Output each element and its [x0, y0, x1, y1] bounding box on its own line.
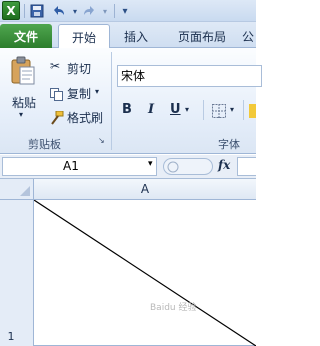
borders-dropdown-icon[interactable]: ▾: [230, 105, 234, 114]
save-icon[interactable]: [28, 2, 46, 20]
copy-dropdown-icon[interactable]: ▾: [95, 87, 99, 96]
insert-function-button[interactable]: fx: [218, 158, 230, 172]
clipboard-group-label: 剪贴板: [28, 138, 61, 151]
scissors-icon[interactable]: ✂: [50, 59, 60, 73]
row-header-label: 1: [7, 330, 15, 343]
toolbar-separator: [24, 4, 25, 18]
copy-icon[interactable]: [50, 86, 63, 101]
font-name-box[interactable]: 宋体: [117, 65, 262, 87]
borders-icon[interactable]: [212, 103, 226, 118]
quick-access-toolbar: X ▾ ▾ ▾: [0, 0, 256, 22]
diagonal-border-line: [34, 200, 256, 346]
name-box-dropdown-icon[interactable]: ▾: [148, 159, 153, 169]
format-painter-icon[interactable]: [50, 110, 64, 125]
tab-formulas[interactable]: 公: [242, 24, 272, 48]
button-divider: [243, 100, 244, 120]
watermark: Baidu 经验: [150, 303, 197, 313]
underline-button[interactable]: U: [170, 102, 181, 117]
ribbon-home: 粘贴 ▾ ✂ 剪切 复制 ▾ 格式刷 剪贴板 ↘ 宋体 B I U ▾ ▾ 字体: [0, 48, 262, 154]
select-all-corner[interactable]: [0, 179, 34, 200]
format-painter-button[interactable]: 格式刷: [67, 109, 103, 126]
paste-button-label[interactable]: 粘贴: [12, 94, 36, 111]
fill-color-icon[interactable]: [249, 104, 256, 118]
tab-file[interactable]: 文件: [0, 24, 52, 48]
redo-dropdown-icon[interactable]: ▾: [96, 2, 114, 20]
underline-dropdown-icon[interactable]: ▾: [185, 105, 189, 114]
name-box-value: A1: [63, 159, 79, 173]
row-header-1[interactable]: 1: [0, 200, 34, 346]
cell-a1[interactable]: [34, 200, 256, 346]
tab-home[interactable]: 开始: [58, 24, 110, 50]
toolbar-separator: [114, 4, 115, 18]
group-divider: [111, 52, 112, 150]
paste-dropdown-icon[interactable]: ▾: [19, 110, 23, 119]
font-group-label: 字体: [218, 138, 240, 151]
tab-insert[interactable]: 插入: [112, 24, 160, 48]
button-divider: [203, 100, 204, 120]
tab-page-layout[interactable]: 页面布局: [166, 24, 238, 48]
formula-bar-resize-handle[interactable]: [163, 158, 213, 175]
customize-qat-icon[interactable]: ▾: [116, 2, 134, 20]
name-box[interactable]: A1 ▾: [2, 157, 157, 176]
copy-button[interactable]: 复制: [67, 85, 91, 102]
cut-button[interactable]: 剪切: [67, 60, 91, 77]
formula-bar: A1 ▾ fx: [0, 155, 256, 179]
clipboard-dialog-launcher-icon[interactable]: ↘: [98, 136, 105, 145]
bold-button[interactable]: B: [122, 102, 132, 117]
column-header-a[interactable]: A: [34, 179, 256, 200]
excel-app-icon[interactable]: X: [2, 1, 20, 20]
italic-button[interactable]: I: [148, 102, 154, 117]
formula-input[interactable]: [237, 157, 256, 176]
ribbon-tab-bar: 文件 开始 插入 页面布局 公: [0, 22, 256, 50]
paste-icon[interactable]: [10, 56, 36, 86]
